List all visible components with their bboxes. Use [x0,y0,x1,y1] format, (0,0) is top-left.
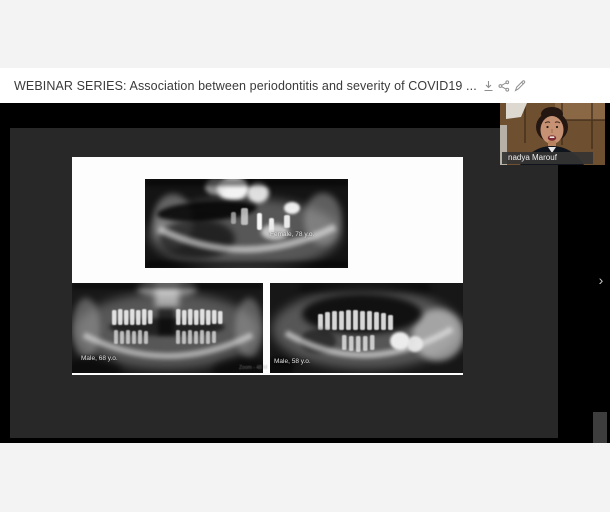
speaker-video-thumbnail[interactable]: nadya Marouf [500,103,605,165]
download-icon[interactable] [482,79,495,92]
next-chevron-icon[interactable]: › [594,271,608,289]
radiograph-label: Female, 78 y.o. [270,231,314,238]
slide-watermark: Zoom - 48 M [239,365,267,371]
radiograph-female-78: Female, 78 y.o. [145,179,348,268]
radiograph-male-68: Male, 68 y.o. [72,283,263,373]
xray-image [145,179,348,268]
title-actions [482,79,527,92]
radiograph-male-58: Male, 58 y.o. [270,283,463,373]
presentation-slide: Female, 78 y.o. [10,128,558,438]
participant-name-label: nadya Marouf [502,152,593,164]
title-bar: WEBINAR SERIES: Association between peri… [0,68,610,103]
radiograph-label: Male, 68 y.o. [81,355,118,362]
share-icon[interactable] [498,79,511,92]
edit-icon[interactable] [514,79,527,92]
scrollbar-thumb[interactable] [593,412,607,443]
page-title: WEBINAR SERIES: Association between peri… [14,79,477,93]
radiograph-label: Male, 58 y.o. [274,358,311,365]
video-stage: Female, 78 y.o. [0,103,610,443]
webinar-player-page: WEBINAR SERIES: Association between peri… [0,0,610,512]
radiograph-panel: Female, 78 y.o. [72,157,463,375]
